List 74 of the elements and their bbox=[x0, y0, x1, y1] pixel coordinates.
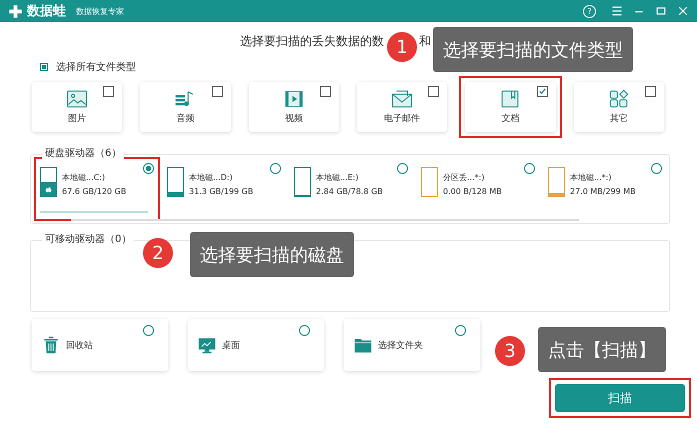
checkbox[interactable] bbox=[644, 86, 656, 97]
file-type-label: 图片 bbox=[68, 112, 86, 125]
envelope-icon bbox=[391, 89, 414, 109]
file-type-card[interactable]: 音频 bbox=[134, 76, 237, 138]
step-number-badge: 2 bbox=[143, 238, 173, 268]
callout-tooltip: 选择要扫描的磁盘 bbox=[190, 232, 354, 277]
drive-item[interactable]: 分区丢...*:) 0.00 B/128 MB bbox=[415, 157, 541, 221]
file-type-card[interactable]: 图片 bbox=[26, 76, 128, 138]
file-type-card[interactable]: 电子邮件 bbox=[350, 76, 454, 138]
drive-size: 2.84 GB/78.8 GB bbox=[316, 187, 383, 196]
drive-size: 0.00 B/128 MB bbox=[443, 187, 502, 196]
callout-tooltip: 点击【扫描】 bbox=[538, 327, 666, 372]
drive-size: 67.6 GB/120 GB bbox=[62, 187, 126, 196]
radio-button[interactable] bbox=[143, 325, 154, 336]
checkbox[interactable] bbox=[320, 86, 331, 97]
plus-icon bbox=[8, 4, 23, 18]
app-name: 数据蛙 bbox=[27, 3, 66, 20]
book-icon bbox=[499, 89, 522, 109]
location-label: 选择文件夹 bbox=[378, 340, 423, 352]
drive-name: 本地磁...D:) bbox=[189, 172, 234, 183]
checkbox[interactable] bbox=[212, 86, 223, 97]
monitor-icon bbox=[198, 336, 216, 354]
location-label: 回收站 bbox=[66, 340, 93, 352]
instruction-text-fragment: 和 bbox=[419, 33, 431, 50]
location-label: 桌面 bbox=[222, 340, 240, 352]
radio-button[interactable] bbox=[651, 163, 662, 174]
drive-item[interactable]: 本地磁...D:) 31.3 GB/199 GB bbox=[161, 157, 287, 221]
drive-name: 本地磁...*:) bbox=[570, 172, 612, 183]
drive-item[interactable]: 本地磁...E:) 2.84 GB/78.8 GB bbox=[288, 157, 414, 221]
drive-item[interactable]: 本地磁...*:) 27.0 MB/299 MB bbox=[542, 157, 668, 221]
file-type-card[interactable]: 文档 bbox=[459, 76, 562, 138]
radio-button[interactable] bbox=[524, 163, 535, 174]
checkbox[interactable] bbox=[536, 86, 548, 97]
instruction-text: 选择要扫描的丢失数据的数 bbox=[240, 33, 384, 50]
section-title: 可移动驱动器（0） bbox=[42, 234, 134, 245]
section-title: 硬盘驱动器（6） bbox=[42, 148, 124, 159]
scan-button[interactable]: 扫描 bbox=[555, 384, 685, 412]
close-icon[interactable] bbox=[677, 5, 689, 17]
folder-icon bbox=[354, 336, 372, 354]
checkbox[interactable] bbox=[103, 86, 114, 97]
drive-size: 31.3 GB/199 GB bbox=[189, 187, 254, 196]
grid-icon bbox=[608, 89, 630, 109]
location-card[interactable]: 桌面 bbox=[188, 319, 324, 371]
file-type-label: 文档 bbox=[501, 112, 520, 125]
file-type-card[interactable]: 其它 bbox=[568, 76, 670, 138]
file-type-card[interactable]: 视频 bbox=[242, 76, 345, 138]
radio-button[interactable] bbox=[270, 163, 281, 174]
drive-name: 本地磁...E:) bbox=[316, 172, 360, 183]
radio-button[interactable] bbox=[143, 163, 154, 174]
drive-name: 本地磁...C:) bbox=[62, 172, 106, 183]
video-icon bbox=[282, 89, 305, 109]
help-button[interactable]: ? bbox=[583, 4, 596, 18]
drive-size: 27.0 MB/299 MB bbox=[570, 187, 636, 196]
location-card[interactable]: 回收站 bbox=[32, 319, 168, 371]
drive-name: 分区丢...*:) bbox=[443, 172, 486, 183]
app-subtitle: 数据恢复专家 bbox=[76, 6, 124, 16]
maximize-icon[interactable] bbox=[655, 5, 667, 17]
file-type-label: 视频 bbox=[284, 112, 303, 125]
select-all-label: 选择所有文件类型 bbox=[56, 60, 136, 74]
radio-button[interactable] bbox=[455, 325, 466, 336]
image-icon bbox=[66, 89, 88, 109]
step-number-badge: 3 bbox=[495, 336, 525, 366]
trash-icon bbox=[42, 336, 60, 354]
select-all-checkbox[interactable] bbox=[40, 63, 48, 71]
step-number-badge: 1 bbox=[387, 32, 417, 62]
radio-button[interactable] bbox=[397, 163, 408, 174]
file-type-label: 其它 bbox=[610, 112, 628, 125]
radio-button[interactable] bbox=[299, 325, 310, 336]
location-card[interactable]: 选择文件夹 bbox=[344, 319, 480, 371]
callout-tooltip: 选择要扫描的文件类型 bbox=[433, 27, 633, 72]
file-type-label: 音频 bbox=[176, 112, 194, 125]
menu-icon[interactable] bbox=[611, 5, 623, 17]
checkbox[interactable] bbox=[428, 86, 440, 97]
file-type-label: 电子邮件 bbox=[384, 112, 420, 125]
